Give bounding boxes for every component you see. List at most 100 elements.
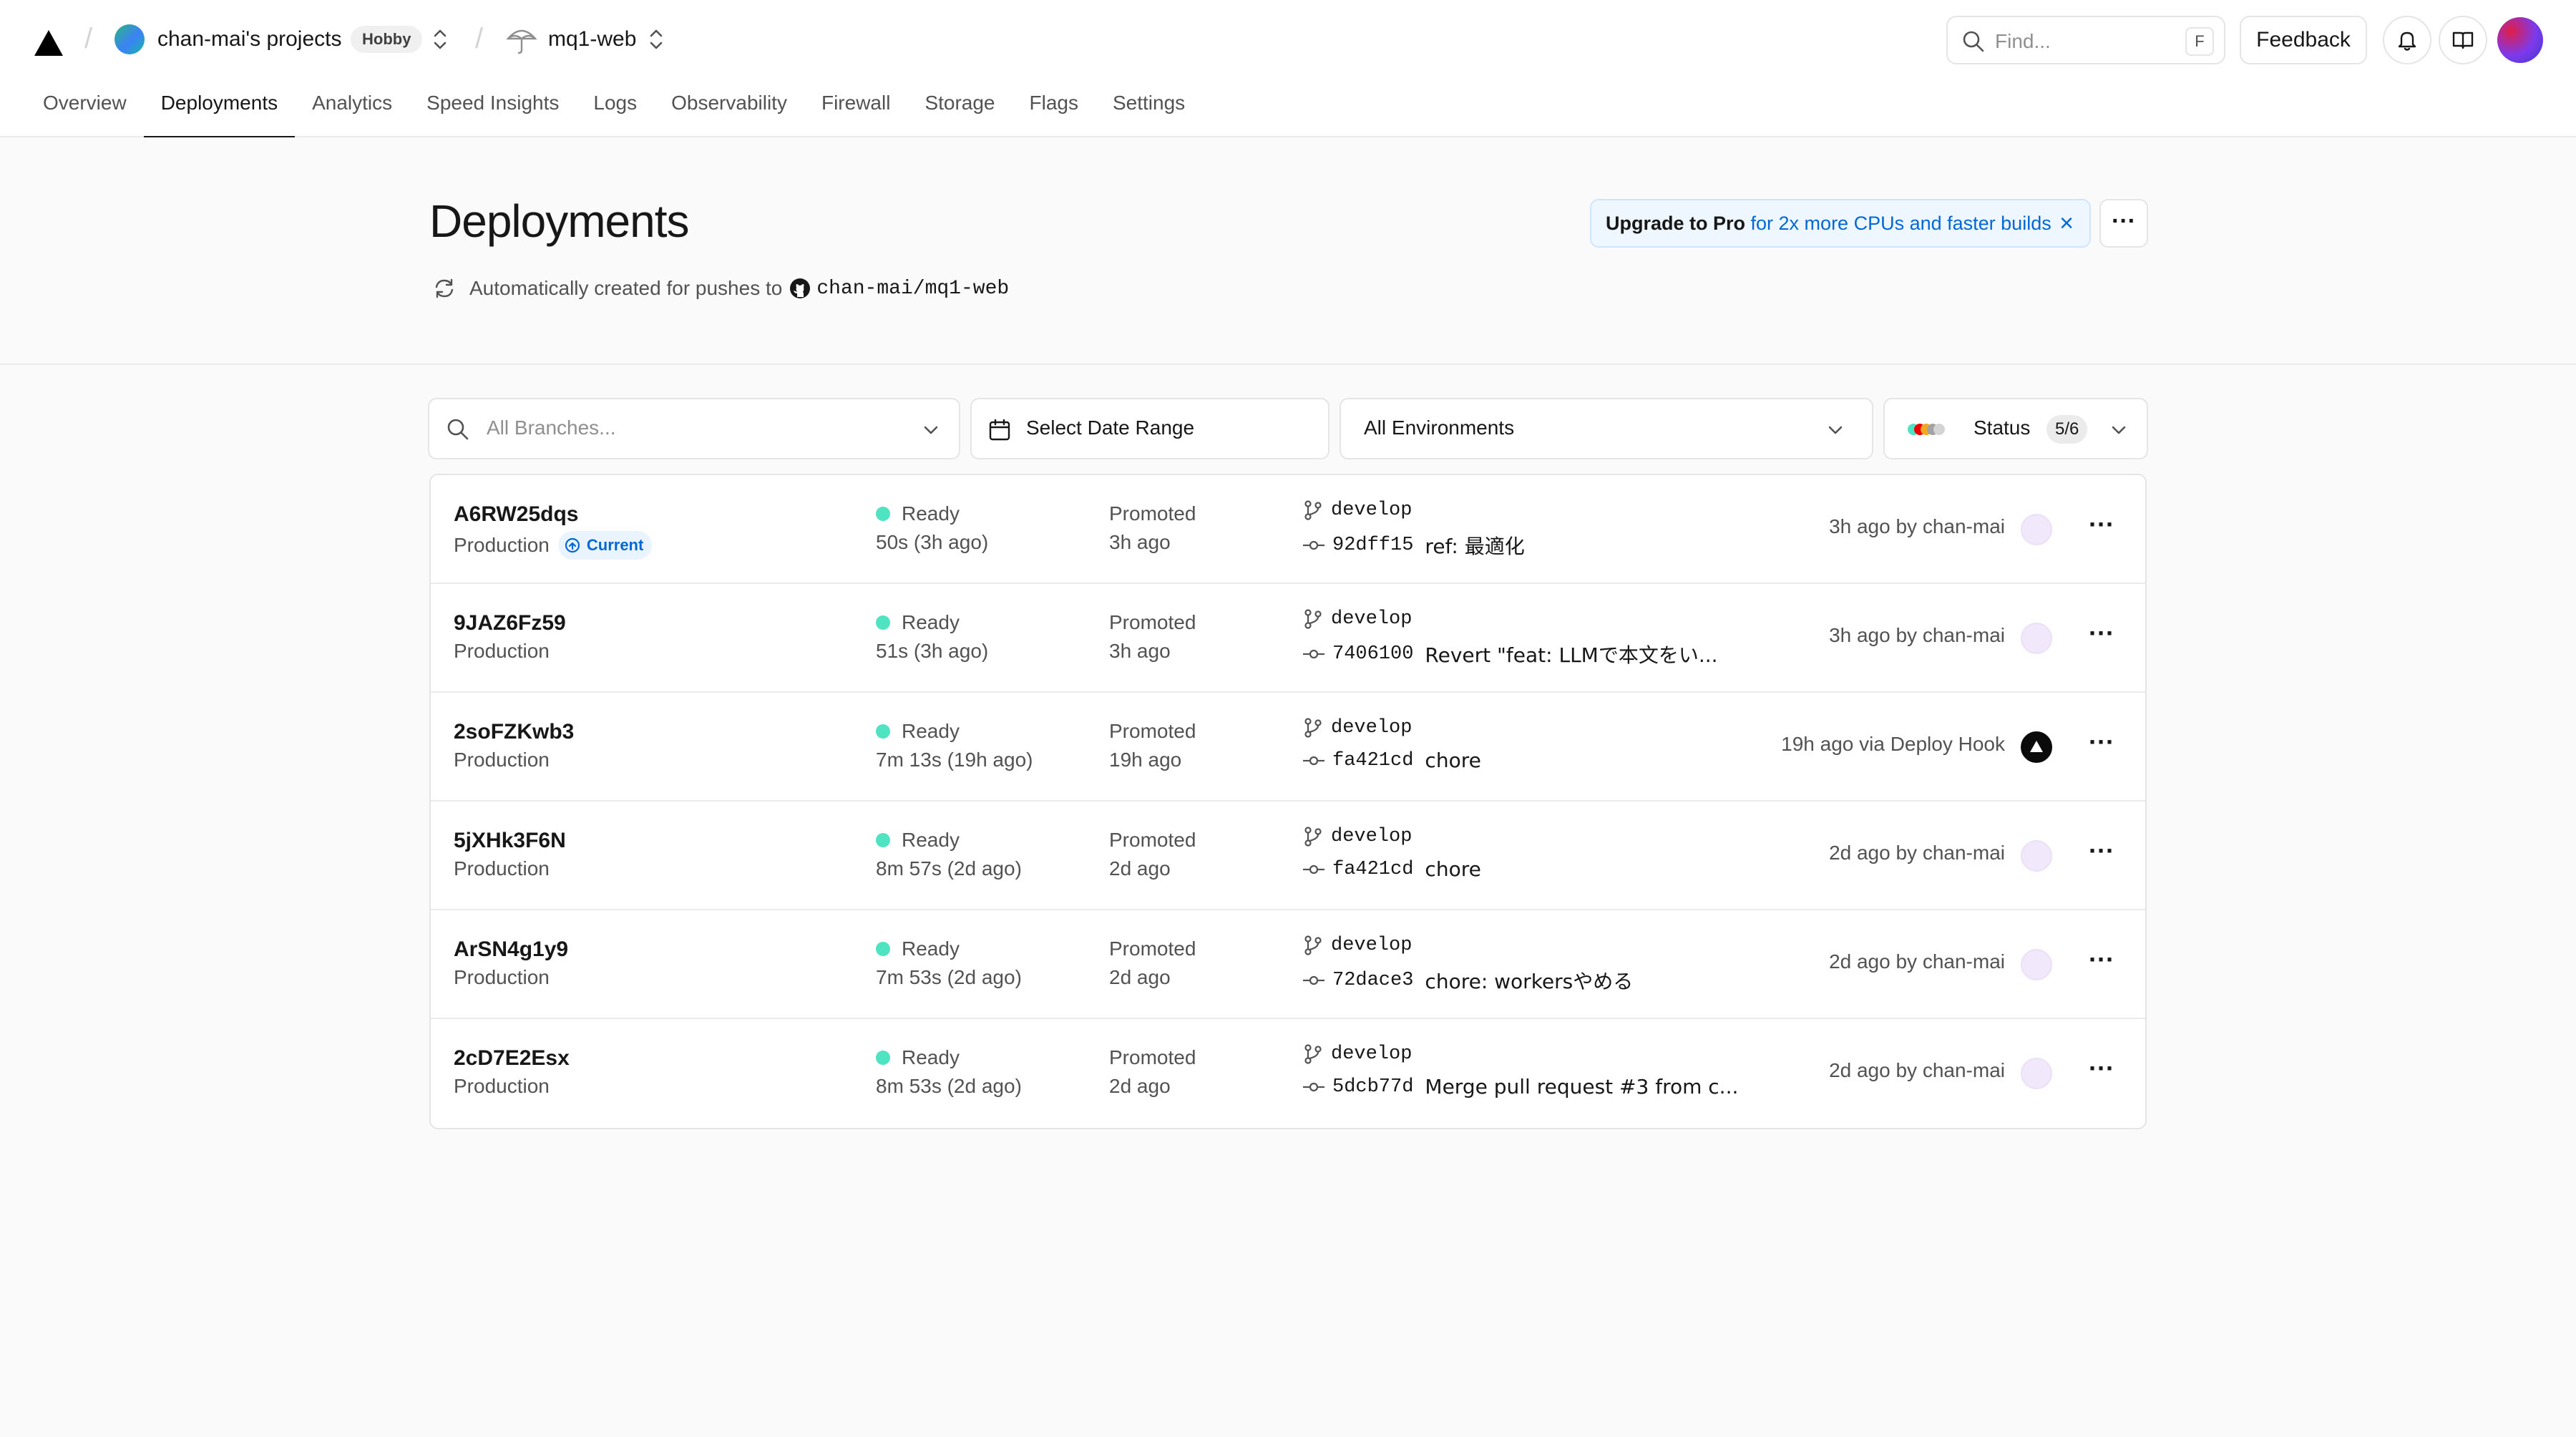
upgrade-banner[interactable]: Upgrade to Pro for 2x more CPUs and fast… <box>1590 199 2091 248</box>
branch[interactable]: develop <box>1302 1043 1412 1065</box>
git-commit-icon <box>1303 864 1324 874</box>
deployment-status: Ready <box>876 720 960 743</box>
upgrade-description: for 2x more CPUs and faster builds <box>1750 213 2051 234</box>
environment-label: Production <box>454 857 550 880</box>
deployment-id[interactable]: 2soFZKwb3 <box>454 720 574 744</box>
search-placeholder: Find... <box>1995 30 2051 52</box>
repo-link[interactable]: chan-mai/mq1-web <box>816 278 1009 300</box>
environment-label: Production <box>454 966 550 988</box>
tab-firewall[interactable]: Firewall <box>804 80 907 137</box>
commit-sha: 92dff15 <box>1332 535 1414 556</box>
deployment-row[interactable]: 9JAZ6Fz59 Production Ready 51s (3h ago) … <box>431 584 2145 693</box>
commit[interactable]: fa421cd chore <box>1302 857 1481 881</box>
environment-filter[interactable]: All Environments <box>1340 398 1873 459</box>
ready-status-dot <box>876 833 890 847</box>
tab-flags[interactable]: Flags <box>1013 80 1096 137</box>
deployment-meta: 2d ago by chan-mai <box>1829 1059 2005 1081</box>
team-name[interactable]: chan-mai's projects <box>157 27 342 52</box>
search-icon <box>447 419 469 440</box>
commit[interactable]: 72dace3 chore: workersやめる <box>1302 966 1633 995</box>
build-duration: 8m 53s (2d ago) <box>876 1075 1022 1097</box>
deployment-id[interactable]: 9JAZ6Fz59 <box>454 611 566 635</box>
ready-status-dot <box>876 1051 890 1065</box>
bell-icon <box>2398 31 2416 51</box>
branch-name: develop <box>1331 500 1413 521</box>
sync-icon <box>435 278 454 298</box>
commit[interactable]: fa421cd chore <box>1302 749 1481 772</box>
team-switcher-icon[interactable] <box>431 27 449 52</box>
umbrella-icon <box>506 29 537 54</box>
deployment-status: Ready <box>876 502 960 525</box>
git-branch-icon <box>1304 609 1322 629</box>
date-range-label: Select Date Range <box>1026 417 1195 439</box>
deployment-id[interactable]: A6RW25dqs <box>454 502 579 527</box>
branch-filter[interactable]: All Branches... <box>428 398 960 459</box>
user-avatar[interactable] <box>2497 17 2543 63</box>
commit[interactable]: 92dff15 ref: 最適化 <box>1302 531 1525 560</box>
feedback-button[interactable]: Feedback <box>2240 16 2367 64</box>
branch[interactable]: develop <box>1302 826 1412 847</box>
deployment-row[interactable]: 2soFZKwb3 Production Ready 7m 13s (19h a… <box>431 693 2145 802</box>
author-avatar[interactable] <box>2021 1058 2052 1089</box>
author-avatar[interactable] <box>2021 949 2052 980</box>
deployment-row[interactable]: 5jXHk3F6N Production Ready 8m 57s (2d ag… <box>431 802 2145 910</box>
branch-name: develop <box>1331 1043 1413 1065</box>
row-more-button[interactable]: ··· <box>2081 508 2122 550</box>
tab-logs[interactable]: Logs <box>576 80 654 137</box>
search-shortcut-key: F <box>2185 27 2214 56</box>
close-icon[interactable]: × <box>2059 200 2074 246</box>
subtitle-text: Automatically created for pushes to <box>469 277 783 299</box>
branch[interactable]: develop <box>1302 500 1412 521</box>
status-filter[interactable]: Status 5/6 <box>1883 398 2148 459</box>
row-more-button[interactable]: ··· <box>2081 617 2122 658</box>
more-options-button[interactable]: ··· <box>2099 199 2148 248</box>
branch-filter-placeholder: All Branches... <box>487 417 616 439</box>
project-switcher-icon[interactable] <box>647 27 665 52</box>
deployment-row[interactable]: A6RW25dqs Production Current Ready 50s (… <box>431 475 2145 584</box>
date-range-filter[interactable]: Select Date Range <box>970 398 1330 459</box>
deployment-id[interactable]: 5jXHk3F6N <box>454 829 566 853</box>
project-name[interactable]: mq1-web <box>548 27 636 52</box>
row-more-button[interactable]: ··· <box>2081 943 2122 985</box>
deployment-id[interactable]: ArSN4g1y9 <box>454 937 568 962</box>
ready-status-dot <box>876 942 890 956</box>
promoted-label: Promoted <box>1109 611 1196 633</box>
row-more-button[interactable]: ··· <box>2081 834 2122 876</box>
build-duration: 51s (3h ago) <box>876 640 989 662</box>
branch[interactable]: develop <box>1302 935 1412 956</box>
branch-name: develop <box>1331 826 1413 847</box>
tab-observability[interactable]: Observability <box>654 80 804 137</box>
tab-storage[interactable]: Storage <box>907 80 1012 137</box>
branch[interactable]: develop <box>1302 717 1412 739</box>
tab-deployments[interactable]: Deployments <box>143 80 296 139</box>
deployment-id[interactable]: 2cD7E2Esx <box>454 1046 570 1071</box>
author-avatar[interactable] <box>2021 840 2052 872</box>
deployment-environment: Production <box>454 966 550 989</box>
promoted-time: 2d ago <box>1109 966 1171 988</box>
deployment-row[interactable]: 2cD7E2Esx Production Ready 8m 53s (2d ag… <box>431 1019 2145 1128</box>
docs-button[interactable] <box>2439 16 2487 64</box>
search-input[interactable]: Find... F <box>1946 16 2225 64</box>
team-avatar[interactable] <box>114 24 145 54</box>
deployment-row[interactable]: ArSN4g1y9 Production Ready 7m 53s (2d ag… <box>431 910 2145 1019</box>
status-label: Ready <box>902 1046 960 1068</box>
tab-settings[interactable]: Settings <box>1096 80 1202 137</box>
notifications-button[interactable] <box>2383 16 2431 64</box>
commit-message: chore <box>1425 857 1481 881</box>
author-avatar[interactable] <box>2021 514 2052 545</box>
commit[interactable]: 7406100 Revert "feat: LLMで本文をい... <box>1302 640 1718 668</box>
tab-overview[interactable]: Overview <box>26 80 144 137</box>
branch-name: develop <box>1331 717 1413 739</box>
tab-speed-insights[interactable]: Speed Insights <box>409 80 576 137</box>
commit[interactable]: 5dcb77d Merge pull request #3 from c... <box>1302 1075 1738 1099</box>
deployment-status: Ready <box>876 937 960 960</box>
status-colors-icon <box>1908 424 1945 435</box>
chevron-down-icon <box>1828 426 1843 434</box>
deploy-hook-avatar[interactable] <box>2021 731 2052 763</box>
row-more-button[interactable]: ··· <box>2081 1052 2122 1093</box>
branch[interactable]: develop <box>1302 608 1412 630</box>
author-avatar[interactable] <box>2021 623 2052 654</box>
tab-analytics[interactable]: Analytics <box>295 80 409 137</box>
vercel-logo-icon[interactable] <box>33 29 64 57</box>
row-more-button[interactable]: ··· <box>2081 726 2122 767</box>
